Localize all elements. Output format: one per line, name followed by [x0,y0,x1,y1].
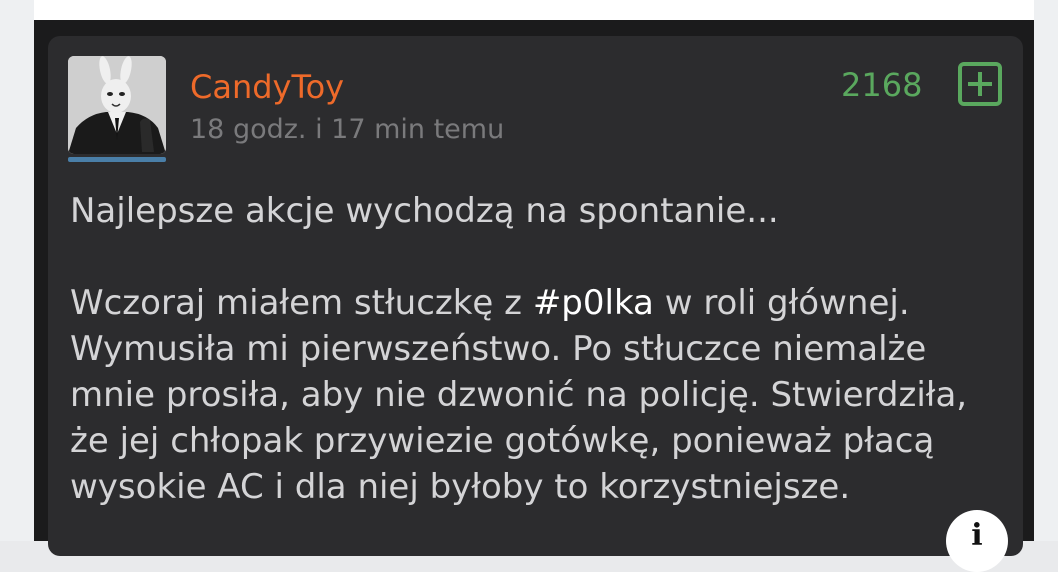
previous-card-bottom [34,0,1034,20]
info-icon: i [971,518,983,553]
post-line: wysokie AC i dla niej byłoby to korzystn… [70,467,851,507]
vote-count: 2168 [841,66,923,104]
page-right-background [1034,0,1058,541]
post-text: Wczoraj miałem stłuczkę z [70,283,533,323]
post-line: mnie prosiła, aby nie dzwonić na policję… [70,375,968,415]
user-avatar[interactable] [68,56,166,154]
tag-link[interactable]: #p0lka [533,283,654,323]
avatar-status-bar [68,157,166,162]
post-line: Wczoraj miałem stłuczkę z #p0lka w roli … [70,280,1010,326]
post-line: że jej chłopak przywiezie gotówkę, ponie… [70,421,935,461]
post-line: Wymusiła mi pierwszeństwo. Po stłuczce n… [70,329,927,369]
info-button[interactable]: i [946,510,1008,572]
post-content: Najlepsze akcje wychodzą na spontanie...… [70,188,1010,510]
page-left-background [0,0,34,541]
post-text: w roli głównej. [653,283,910,323]
upvote-button[interactable] [958,62,1002,106]
author-name[interactable]: CandyToy [190,68,344,106]
plus-box-icon [958,62,1002,106]
rabbit-in-suit-avatar-icon [68,56,166,154]
post-line: Najlepsze akcje wychodzą na spontanie... [70,191,779,231]
post-timestamp[interactable]: 18 godz. i 17 min temu [190,114,504,145]
